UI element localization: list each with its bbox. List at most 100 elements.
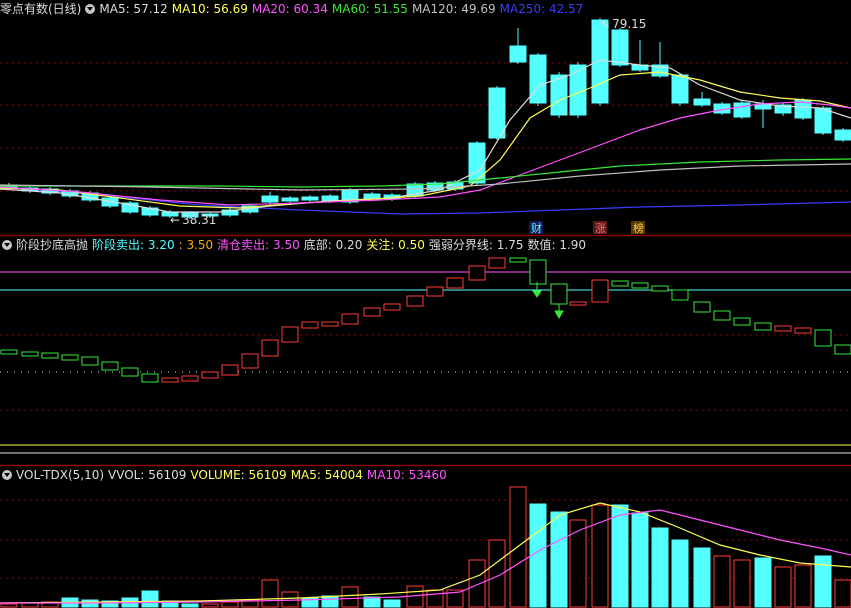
stage-box [0, 349, 18, 355]
stage-box [733, 317, 751, 326]
stage-box [611, 280, 629, 287]
stage-box [651, 285, 669, 292]
volume-bar [611, 504, 629, 608]
volume-bar [383, 599, 401, 608]
ma120-value: MA120: 49.69 [411, 2, 496, 16]
volume-bar [834, 579, 851, 608]
stage-box [569, 301, 587, 306]
stage-box [713, 310, 731, 321]
bottom-value: 底部: 0.20 [303, 238, 363, 252]
mid-grid [0, 271, 851, 454]
volume-bar [693, 547, 711, 608]
marker-zhang[interactable]: 涨 [595, 222, 606, 235]
main-panel-header: 零点有数(日线) MA5: 57.12 MA10: 56.69 MA20: 60… [0, 0, 587, 18]
volume-bar [651, 527, 669, 608]
volume-bar [671, 539, 689, 608]
stage-box [446, 277, 464, 289]
candle-body [281, 197, 299, 202]
stage-box [201, 371, 219, 379]
event-markers[interactable]: 财 涨 榜 [529, 221, 645, 235]
stage-box [101, 361, 119, 371]
stage-box [241, 353, 259, 369]
vol-panel-title: VOL-TDX(5,10) [16, 468, 105, 482]
vol-ma5-value: MA5: 54004 [290, 468, 363, 482]
chevron-down-circle-icon[interactable] [2, 240, 12, 250]
stage-indicator-boxes [0, 257, 851, 383]
volume-bar [550, 511, 568, 608]
candle-body [529, 54, 547, 104]
stage-box [321, 321, 339, 327]
volume-bar [529, 503, 547, 608]
stage-box [161, 377, 179, 383]
stage-box [363, 307, 381, 317]
moving-average-lines [0, 59, 851, 213]
vol-panel-header: VOL-TDX(5,10) VVOL: 56109 VOLUME: 56109 … [0, 466, 451, 484]
stage-box [550, 283, 568, 305]
stage-box [794, 327, 812, 334]
stage-box [261, 339, 279, 357]
stage-box [141, 373, 159, 383]
candle-body [671, 74, 689, 104]
stage-box [81, 356, 99, 366]
stage-box [631, 282, 649, 289]
mid-panel-header: 阶段抄底高抛 阶段卖出: 3.20 : 3.50 清仓卖出: 3.50 底部: … [0, 236, 590, 254]
stage-box [221, 364, 239, 376]
volume-bar [261, 579, 279, 608]
vol-ma10-value: MA10: 53460 [366, 468, 447, 482]
volume-bar [426, 589, 444, 608]
stage-box [468, 265, 486, 281]
chevron-down-circle-icon[interactable] [2, 470, 12, 480]
stage-box [281, 326, 299, 343]
low-price-label: ← 38.31 [170, 213, 216, 227]
stage-box [61, 354, 79, 361]
stage-box [509, 257, 527, 263]
stage-box [406, 295, 424, 307]
stage-box [341, 313, 359, 325]
volume-bar [631, 512, 649, 608]
chevron-down-circle-icon[interactable] [85, 4, 96, 14]
candle-body [733, 102, 751, 118]
volume-bar [181, 603, 199, 608]
high-price-label: ↖ 79.15 [600, 17, 646, 31]
stage-box [488, 257, 506, 269]
stage-box [301, 321, 319, 329]
stage-box [121, 367, 139, 377]
mid-panel-title: 阶段抄底高抛 [16, 238, 89, 252]
volume-bar [341, 586, 359, 608]
stage-box [693, 301, 711, 313]
ma-line [0, 101, 851, 206]
chart-canvas[interactable]: ↖ 79.15 ← 38.31 财 涨 榜 [0, 0, 851, 608]
stage-box [671, 289, 689, 301]
candle-body [509, 45, 527, 63]
volume-bar [221, 601, 239, 608]
candle-body [834, 129, 851, 141]
candle-body [814, 107, 832, 134]
volume-bar [733, 559, 751, 608]
number-value: 数值: 1.90 [527, 238, 587, 252]
volume-bar [0, 603, 18, 608]
stage-box [774, 325, 792, 332]
ma60-value: MA60: 51.55 [331, 2, 408, 16]
vvol-value: VVOL: 56109 [108, 468, 187, 482]
volume-bar [754, 557, 772, 608]
candle-body [468, 142, 486, 184]
ma5-value: MA5: 57.12 [99, 2, 168, 16]
stage-box [814, 329, 832, 347]
volume-bar [713, 555, 731, 608]
marker-bang[interactable]: 榜 [633, 221, 644, 235]
volume-value: VOLUME: 56109 [190, 468, 287, 482]
strength-divider-value: 强弱分界线: 1.75 [428, 238, 524, 252]
stage-box [834, 344, 851, 355]
stage-box [426, 286, 444, 297]
marker-cai[interactable]: 财 [531, 221, 542, 235]
volume-bars [0, 486, 851, 608]
volume-bar [468, 559, 486, 608]
ma-line [0, 71, 851, 209]
stage-sell-value: 阶段卖出: 3.20 [92, 238, 175, 252]
volume-bar [569, 519, 587, 608]
ma10-value: MA10: 56.69 [171, 2, 248, 16]
orange-value: : 3.50 [178, 238, 214, 252]
ma-line [0, 158, 851, 188]
stage-box [181, 375, 199, 382]
volume-bar [814, 555, 832, 608]
